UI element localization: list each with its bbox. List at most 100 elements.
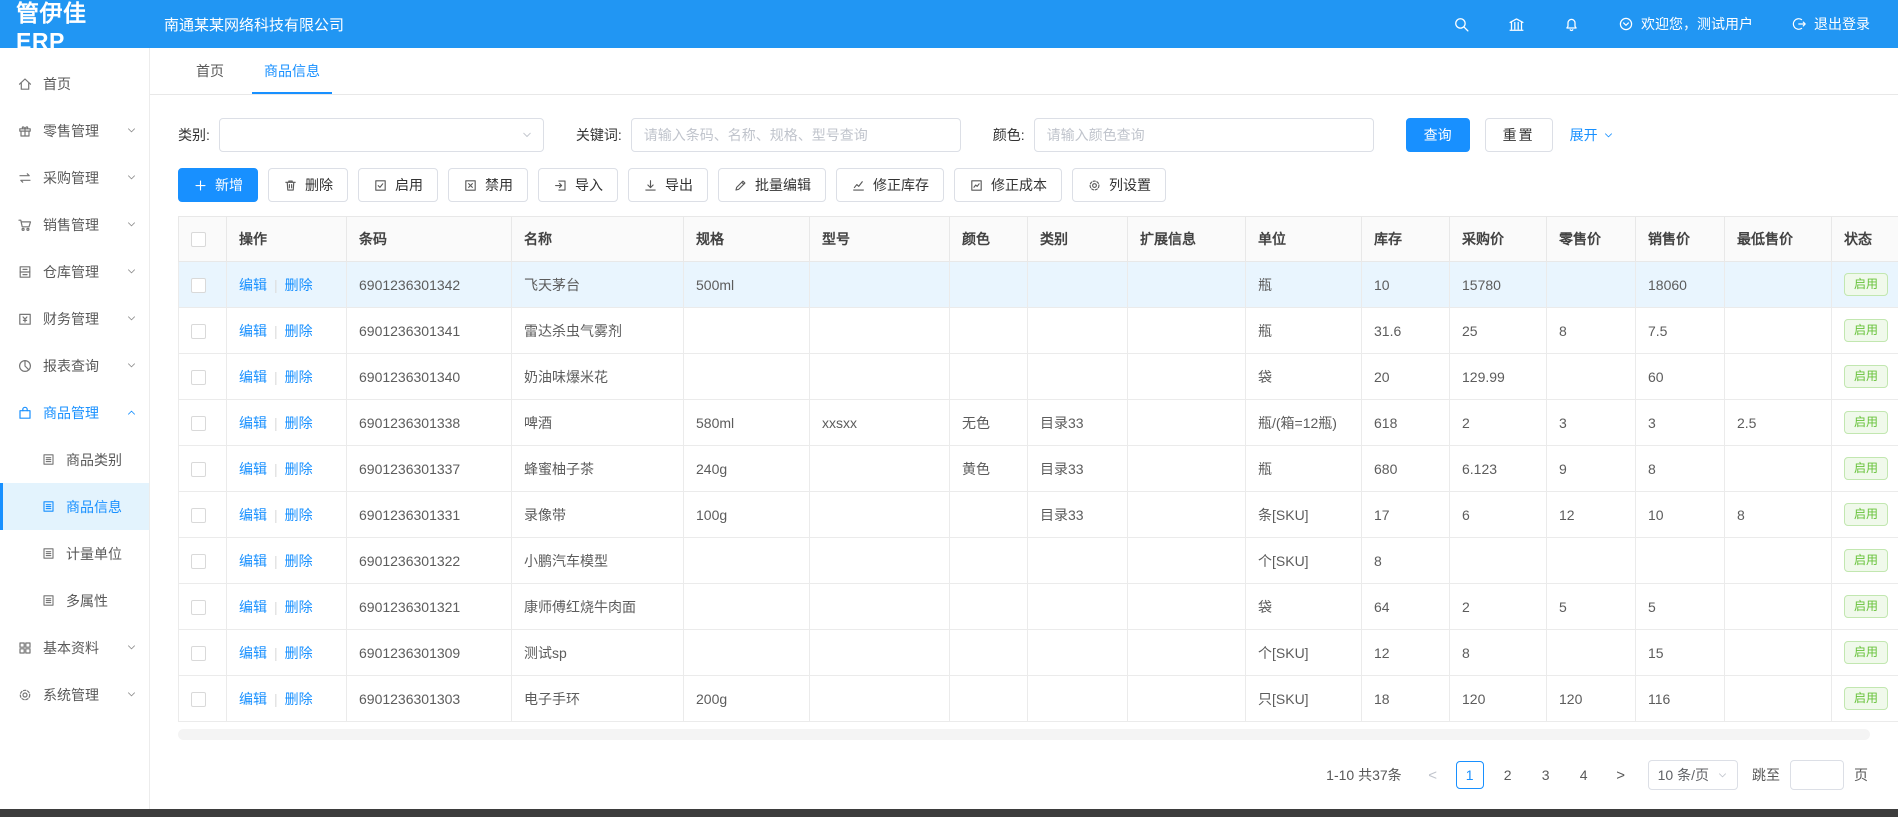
x-square-toolbar-button[interactable]: 禁用 xyxy=(448,168,528,202)
sidebar-subitem-product-info[interactable]: 商品信息 xyxy=(0,483,149,530)
adjust-cost-icon xyxy=(969,178,984,193)
page-number-2[interactable]: 2 xyxy=(1494,761,1522,789)
sidebar-item-basic[interactable]: 基本资料 xyxy=(0,624,149,671)
bank-icon[interactable] xyxy=(1508,16,1525,33)
check-square-toolbar-button[interactable]: 启用 xyxy=(358,168,438,202)
cell-color xyxy=(950,538,1028,584)
cell-name: 啤酒 xyxy=(512,400,684,446)
keyword-input[interactable] xyxy=(631,118,961,152)
gear-toolbar-button[interactable]: 列设置 xyxy=(1072,168,1166,202)
next-page-button[interactable]: > xyxy=(1608,767,1634,784)
cell-purchase_price: 8 xyxy=(1450,630,1547,676)
status-badge: 启用 xyxy=(1844,457,1888,481)
color-input[interactable] xyxy=(1034,118,1374,152)
delete-link[interactable]: 删除 xyxy=(285,507,313,523)
import-toolbar-button[interactable]: 导入 xyxy=(538,168,618,202)
cell-color: 无色 xyxy=(950,400,1028,446)
sidebar-item-sales[interactable]: 销售管理 xyxy=(0,201,149,248)
edit-link[interactable]: 编辑 xyxy=(239,461,267,477)
jump-page-input[interactable] xyxy=(1790,760,1844,790)
sidebar-item-system[interactable]: 系统管理 xyxy=(0,671,149,718)
sidebar-subitem-measure-unit[interactable]: 计量单位 xyxy=(0,530,149,577)
sidebar-item-home[interactable]: 首页 xyxy=(0,60,149,107)
link-separator: | xyxy=(274,369,278,385)
adjust-cost-toolbar-button[interactable]: 修正成本 xyxy=(954,168,1062,202)
edit-toolbar-button[interactable]: 批量编辑 xyxy=(718,168,826,202)
sidebar-item-finance[interactable]: 财务管理 xyxy=(0,295,149,342)
sidebar-item-product[interactable]: 商品管理 xyxy=(0,389,149,436)
cell-unit: 个[SKU] xyxy=(1246,630,1362,676)
edit-link[interactable]: 编辑 xyxy=(239,277,267,293)
sidebar-item-report[interactable]: 报表查询 xyxy=(0,342,149,389)
search-icon[interactable] xyxy=(1453,16,1470,33)
logout-button[interactable]: 退出登录 xyxy=(1791,14,1870,34)
row-checkbox[interactable] xyxy=(191,278,206,293)
delete-link[interactable]: 删除 xyxy=(285,691,313,707)
sidebar-item-warehouse[interactable]: 仓库管理 xyxy=(0,248,149,295)
sidebar-subitem-product-category[interactable]: 商品类别 xyxy=(0,436,149,483)
edit-link[interactable]: 编辑 xyxy=(239,415,267,431)
row-checkbox[interactable] xyxy=(191,692,206,707)
tab-product-info[interactable]: 商品信息 xyxy=(244,48,340,94)
row-checkbox[interactable] xyxy=(191,554,206,569)
bell-icon[interactable] xyxy=(1563,16,1580,33)
export-toolbar-button[interactable]: 导出 xyxy=(628,168,708,202)
delete-link[interactable]: 删除 xyxy=(285,461,313,477)
row-checkbox[interactable] xyxy=(191,370,206,385)
select-all-checkbox[interactable] xyxy=(191,232,206,247)
sidebar-item-label: 基本资料 xyxy=(43,638,126,658)
edit-link[interactable]: 编辑 xyxy=(239,691,267,707)
page-number-4[interactable]: 4 xyxy=(1570,761,1598,789)
edit-link[interactable]: 编辑 xyxy=(239,507,267,523)
row-checkbox[interactable] xyxy=(191,600,206,615)
trash-toolbar-button[interactable]: 删除 xyxy=(268,168,348,202)
adjust-stock-toolbar-button[interactable]: 修正库存 xyxy=(836,168,944,202)
row-checkbox[interactable] xyxy=(191,646,206,661)
category-select[interactable] xyxy=(219,118,544,152)
delete-link[interactable]: 删除 xyxy=(285,277,313,293)
jump-label: 跳至 xyxy=(1752,765,1780,785)
expand-link[interactable]: 展开 xyxy=(1570,125,1614,145)
delete-link[interactable]: 删除 xyxy=(285,645,313,661)
row-checkbox[interactable] xyxy=(191,508,206,523)
edit-link[interactable]: 编辑 xyxy=(239,599,267,615)
search-button[interactable]: 查询 xyxy=(1406,118,1470,152)
row-checkbox[interactable] xyxy=(191,462,206,477)
row-checkbox[interactable] xyxy=(191,324,206,339)
edit-link[interactable]: 编辑 xyxy=(239,553,267,569)
toolbar-button-label: 修正成本 xyxy=(991,175,1047,195)
status-cell: 启用 xyxy=(1832,308,1898,354)
delete-link[interactable]: 删除 xyxy=(285,415,313,431)
chevron-down-icon xyxy=(126,266,137,277)
cell-model xyxy=(810,630,950,676)
sidebar-item-purchase[interactable]: 采购管理 xyxy=(0,154,149,201)
delete-link[interactable]: 删除 xyxy=(285,553,313,569)
page-number-3[interactable]: 3 xyxy=(1532,761,1560,789)
plus-toolbar-button[interactable]: 新增 xyxy=(178,168,258,202)
product-table: 操作条码名称规格型号颜色类别扩展信息单位库存采购价零售价销售价最低售价状态 编辑… xyxy=(178,216,1898,722)
row-checkbox-cell xyxy=(179,446,227,492)
status-badge: 启用 xyxy=(1844,411,1888,435)
row-checkbox[interactable] xyxy=(191,416,206,431)
reset-button[interactable]: 重置 xyxy=(1485,118,1553,152)
sidebar-subitem-multi-attribute[interactable]: 多属性 xyxy=(0,577,149,624)
chevron-down-icon xyxy=(1603,130,1614,141)
delete-link[interactable]: 删除 xyxy=(285,369,313,385)
prev-page-button[interactable]: < xyxy=(1420,767,1446,784)
cell-model xyxy=(810,492,950,538)
delete-link[interactable]: 删除 xyxy=(285,599,313,615)
page-size-select[interactable]: 10 条/页 xyxy=(1648,760,1738,790)
edit-link[interactable]: 编辑 xyxy=(239,369,267,385)
status-badge: 启用 xyxy=(1844,549,1888,573)
sidebar-item-retail[interactable]: 零售管理 xyxy=(0,107,149,154)
page-number-1[interactable]: 1 xyxy=(1456,761,1484,789)
horizontal-scrollbar[interactable] xyxy=(178,729,1870,740)
tab-home[interactable]: 首页 xyxy=(176,48,244,94)
delete-link[interactable]: 删除 xyxy=(285,323,313,339)
doc-icon xyxy=(41,499,56,514)
cell-retail_price: 9 xyxy=(1547,446,1636,492)
edit-link[interactable]: 编辑 xyxy=(239,645,267,661)
user-menu[interactable]: 欢迎您，测试用户 xyxy=(1618,14,1753,34)
check-square-icon xyxy=(373,178,388,193)
edit-link[interactable]: 编辑 xyxy=(239,323,267,339)
